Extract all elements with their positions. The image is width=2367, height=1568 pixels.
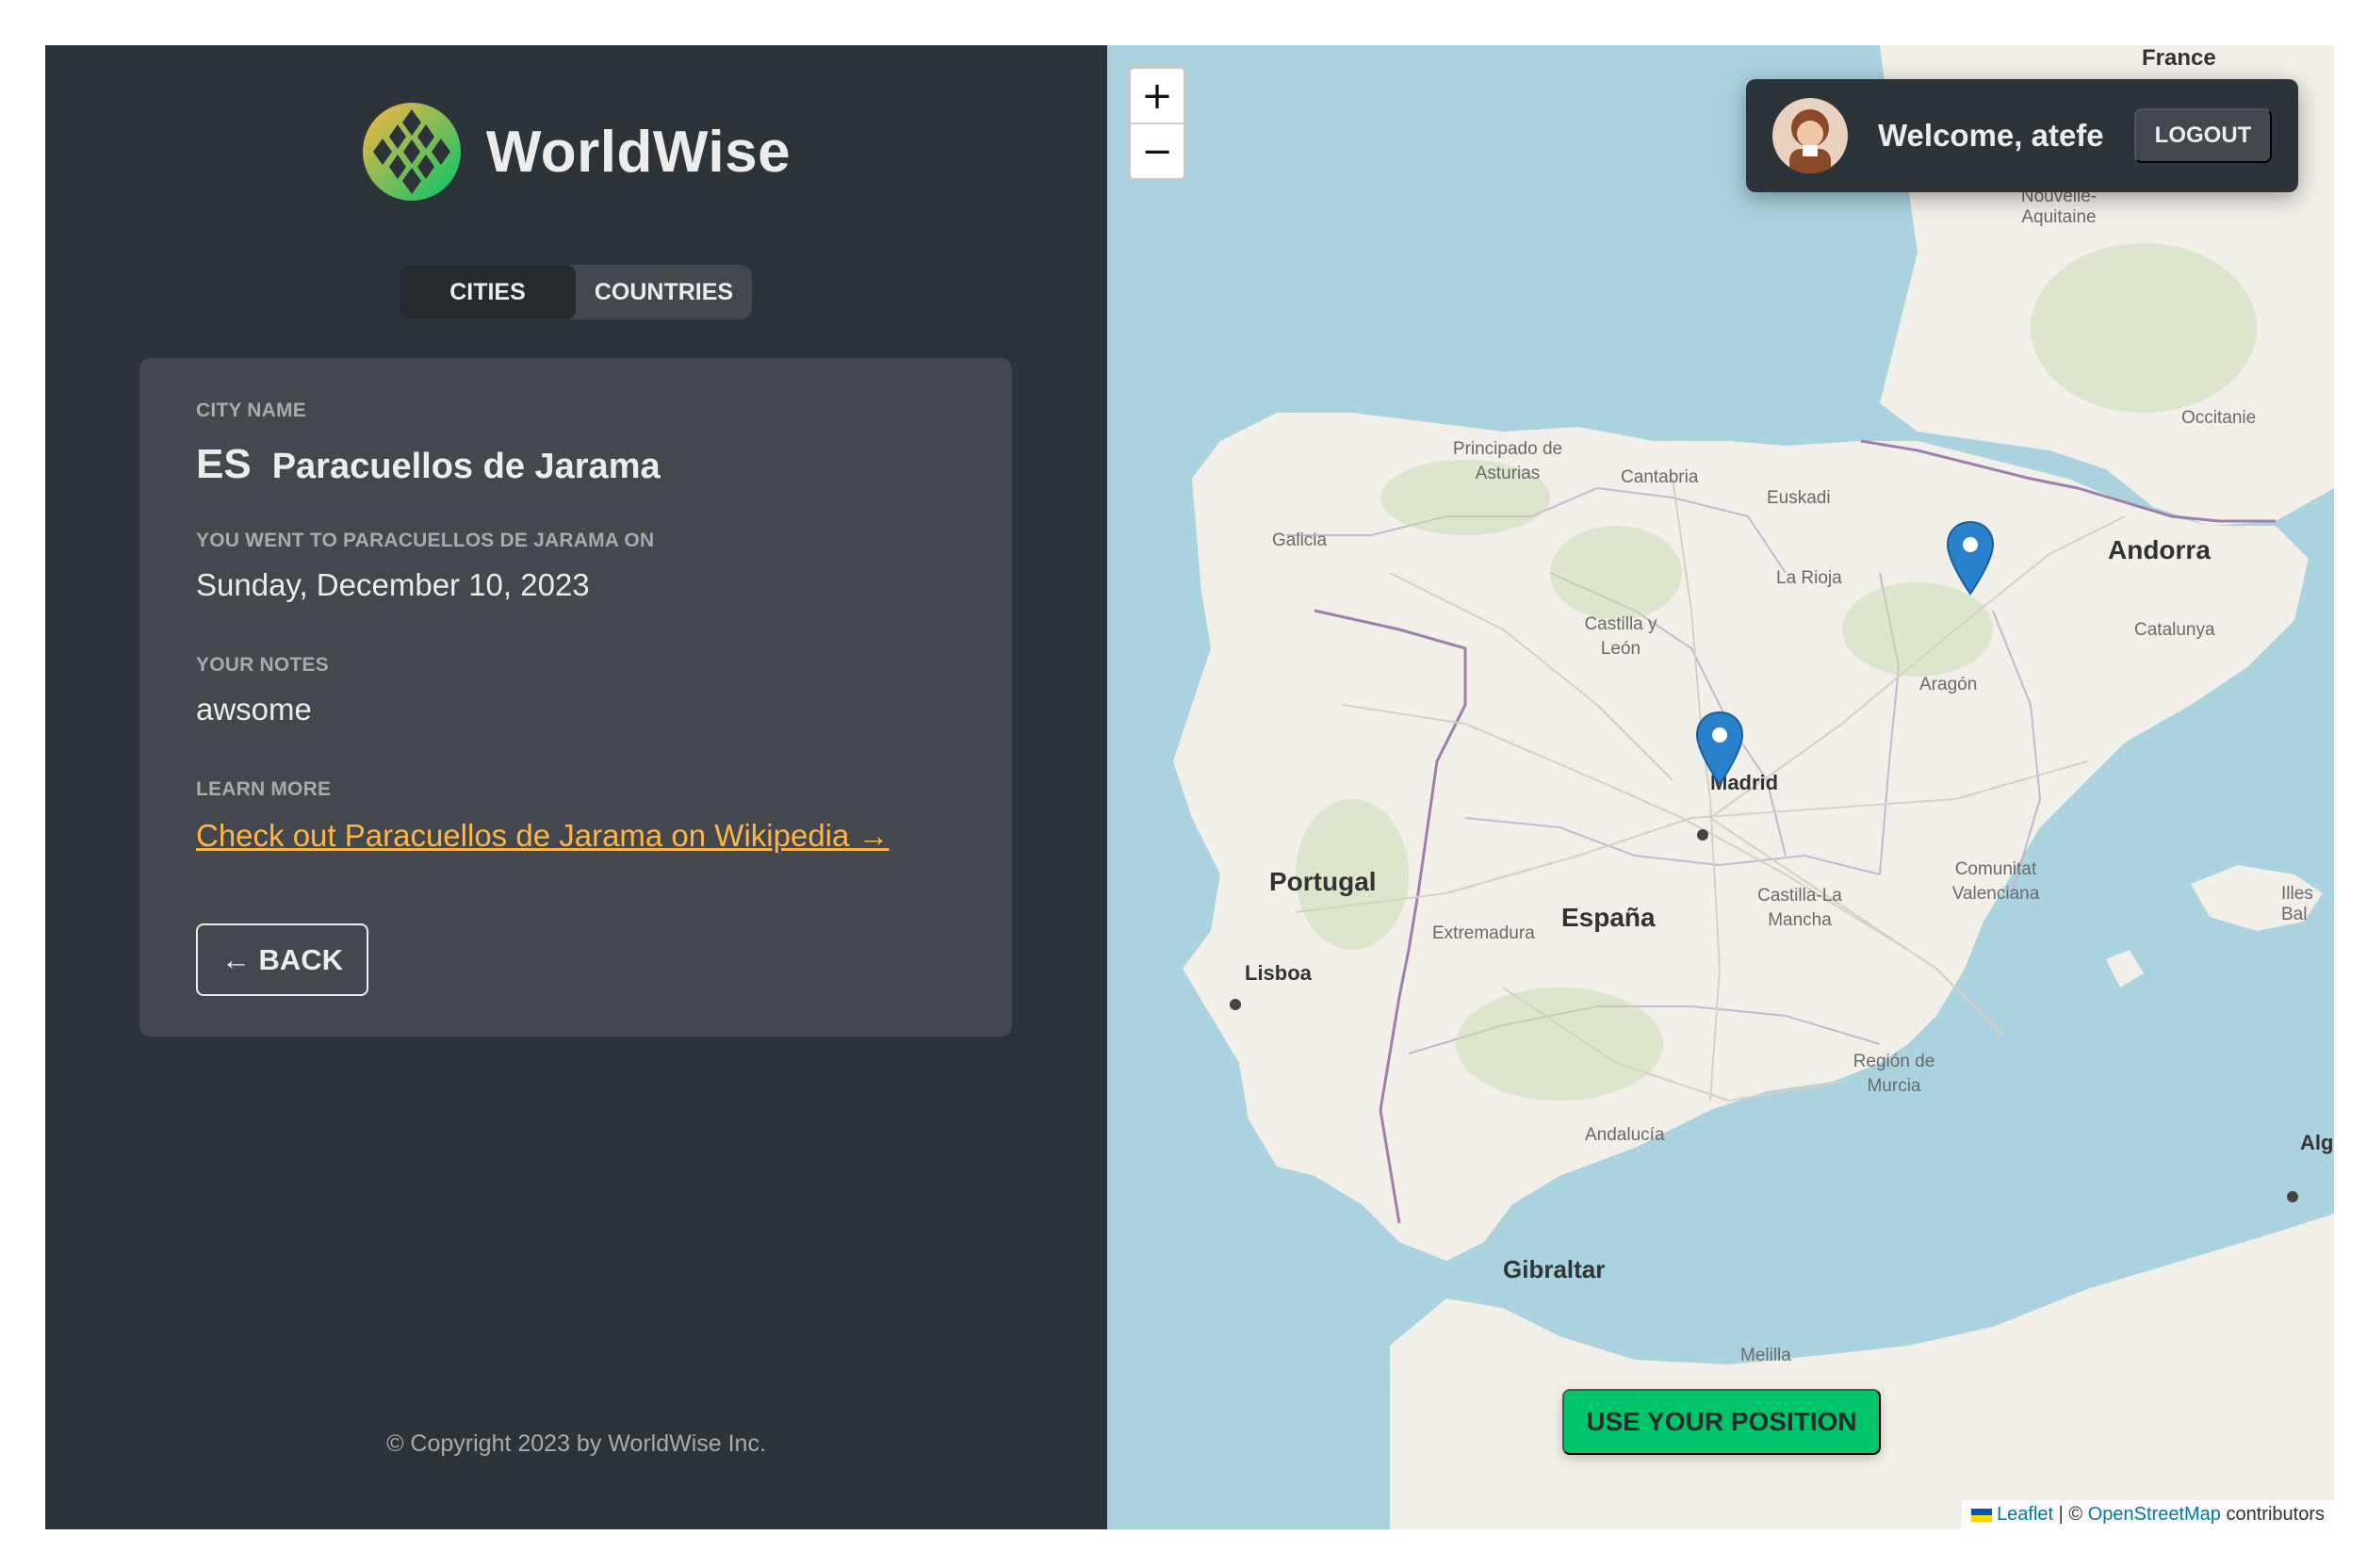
learn-more-section: LEARN MORE Check out Paracuellos de Jara… <box>196 778 955 854</box>
label-aragon: Aragón <box>1919 675 1978 694</box>
wikipedia-link[interactable]: Check out Paracuellos de Jarama on Wikip… <box>196 818 890 854</box>
logo[interactable]: WorldWise <box>45 102 1107 202</box>
app-name: WorldWise <box>485 119 792 185</box>
label-principado: Principado de Asturias <box>1452 439 1563 483</box>
user-box: Welcome, atefe LOGOUT <box>1746 79 2298 192</box>
zoom-in-button[interactable]: + <box>1131 69 1184 122</box>
visited-section: YOU WENT TO PARACUELLOS DE JARAMA ON Sun… <box>196 530 955 603</box>
city-name: Paracuellos de Jarama <box>271 447 661 486</box>
tab-countries[interactable]: COUNTRIES <box>576 265 752 319</box>
use-position-button[interactable]: USE YOUR POSITION <box>1562 1389 1881 1455</box>
sidebar: WorldWise CITIES COUNTRIES CITY NAME ES … <box>45 45 1107 1529</box>
globe-logo-icon <box>362 103 461 201</box>
label-andalucia: Andalucía <box>1585 1125 1665 1145</box>
city-title-row: ES Paracuellos de Jarama <box>196 441 955 488</box>
label-occitanie: Occitanie <box>2181 408 2257 428</box>
label-euskadi: Euskadi <box>1767 488 1831 508</box>
label-castilla-mancha: Castilla-La Mancha <box>1757 886 1842 930</box>
visited-label: YOU WENT TO PARACUELLOS DE JARAMA ON <box>196 530 655 551</box>
ukraine-flag-icon <box>1970 1508 1992 1522</box>
tab-cities[interactable]: CITIES <box>400 265 576 319</box>
app-layout: WorldWise CITIES COUNTRIES CITY NAME ES … <box>45 45 2334 1529</box>
label-andorra: Andorra <box>2108 535 2211 564</box>
osm-link[interactable]: OpenStreetMap <box>2088 1504 2221 1525</box>
label-comunitat: Comunitat Valenciana <box>1951 859 2040 904</box>
nav-tabs: CITIES COUNTRIES <box>400 265 752 319</box>
zoom-control: + − <box>1128 66 1186 181</box>
label-gibraltar: Gibraltar <box>1503 1255 1606 1283</box>
map-marker-paracuellos[interactable] <box>1695 710 1744 786</box>
label-nouvelle-aquitaine: Nouvelle-Aquitaine <box>2020 187 2098 227</box>
attribution-suffix: contributors <box>2220 1504 2325 1525</box>
label-galicia: Galicia <box>1272 531 1328 550</box>
notes-label: YOUR NOTES <box>196 654 329 676</box>
label-france: France <box>2142 45 2216 71</box>
label-region-murcia: Región de Murcia <box>1853 1052 1935 1096</box>
label-espana: España <box>1561 903 1656 932</box>
country-flag: ES <box>196 441 252 487</box>
visited-date: Sunday, December 10, 2023 <box>196 567 590 602</box>
map-marker-aragon[interactable] <box>1946 520 1995 596</box>
attribution-separator: | © <box>2053 1504 2088 1525</box>
label-illes-balears: Illes Bal <box>2281 884 2313 924</box>
label-alg: Alg <box>2300 1131 2334 1154</box>
user-avatar <box>1772 98 1848 173</box>
logout-button[interactable]: LOGOUT <box>2134 108 2272 163</box>
notes-text: awsome <box>196 692 312 727</box>
label-catalunya: Catalunya <box>2134 620 2215 640</box>
welcome-text: Welcome, atefe <box>1878 118 2104 153</box>
leaflet-link[interactable]: Leaflet <box>1997 1504 2053 1525</box>
label-castilla-leon: Castilla y León <box>1584 614 1657 659</box>
city-details-card: CITY NAME ES Paracuellos de Jarama YOU W… <box>139 358 1012 1037</box>
learn-more-label: LEARN MORE <box>196 778 332 800</box>
back-button[interactable]: ← BACK <box>196 923 368 996</box>
label-melilla: Melilla <box>1740 1346 1791 1365</box>
copyright: © Copyright 2023 by WorldWise Inc. <box>386 1430 766 1457</box>
map-attribution: Leaflet | © OpenStreetMap contributors <box>1961 1500 2334 1529</box>
notes-section: YOUR NOTES awsome <box>196 654 955 727</box>
label-la-rioja: La Rioja <box>1776 568 1842 588</box>
label-extremadura: Extremadura <box>1432 923 1535 943</box>
label-lisboa: Lisboa <box>1245 961 1312 985</box>
label-portugal: Portugal <box>1269 867 1377 896</box>
map[interactable]: France Nouvelle-Aquitaine Occitanie Prin… <box>1107 45 2334 1529</box>
zoom-out-button[interactable]: − <box>1131 122 1184 178</box>
city-name-label: CITY NAME <box>196 400 306 421</box>
label-cantabria: Cantabria <box>1621 467 1699 487</box>
